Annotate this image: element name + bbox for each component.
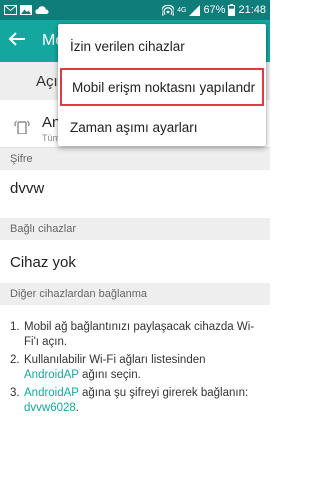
step-text: AndroidAP ağına şu şifreyi girerek bağla…: [24, 386, 248, 416]
other-devices-header: Diğer cihazlardan bağlanma: [0, 283, 270, 305]
step-text-part: ağına şu şifreyi girerek bağlanın:: [78, 387, 249, 399]
clock: 21:48: [238, 4, 266, 16]
connected-devices-header: Bağlı cihazlar: [0, 218, 270, 240]
status-bar: 4G 67% 21:48: [0, 0, 270, 20]
step-number: 1.: [10, 321, 20, 333]
password-section-header: Şifre: [0, 148, 270, 170]
step-text: Kullanılabilir Wi-Fi ağları listesinden …: [24, 353, 206, 383]
overflow-menu: İzin verilen cihazlar Mobil erişm noktas…: [58, 24, 266, 146]
phone-hotspot-icon: [14, 120, 30, 134]
arrow-left-icon[interactable]: [8, 30, 32, 53]
image-icon: [20, 5, 32, 15]
notification-icons: [4, 5, 49, 15]
signal-icon: [189, 4, 201, 16]
email-icon: [4, 5, 17, 15]
step-text-part: .: [75, 402, 79, 414]
battery-icon: [228, 4, 236, 16]
step-number: 2.: [10, 354, 20, 366]
wifi-hotspot-icon: [162, 4, 175, 16]
step-text: Mobil ağ bağlantınızı paylaşacak cihazda…: [24, 321, 255, 348]
battery-percent: 67%: [203, 4, 226, 16]
step-text-part: Kullanılabilir Wi-Fi ağları listesinden: [24, 354, 206, 366]
instruction-step-3: 3. AndroidAP ağına şu şifreyi girerek ba…: [10, 386, 260, 416]
instruction-step-1: 1. Mobil ağ bağlantınızı paylaşacak ciha…: [10, 320, 260, 350]
network-type: 4G: [177, 6, 187, 14]
network-name-link: AndroidAP: [24, 369, 79, 381]
password-link: dvvw6028: [24, 402, 76, 414]
menu-item-timeout-settings[interactable]: Zaman aşımı ayarları: [58, 108, 266, 146]
menu-item-configure-hotspot[interactable]: Mobil erişm noktasnı yapılandr: [60, 68, 264, 106]
menu-item-allowed-devices[interactable]: İzin verilen cihazlar: [58, 27, 266, 65]
step-text-part: ağını seçin.: [78, 369, 141, 381]
connected-devices-value: Cihaz yok: [0, 244, 270, 280]
step-number: 3.: [10, 387, 20, 399]
connection-instructions: 1. Mobil ağ bağlantınızı paylaşacak ciha…: [0, 306, 270, 419]
system-status: 4G 67% 21:48: [162, 4, 266, 16]
cloud-icon: [35, 6, 49, 14]
instruction-step-2: 2. Kullanılabilir Wi-Fi ağları listesind…: [10, 353, 260, 383]
password-value[interactable]: dvvw: [0, 170, 270, 206]
network-name-link: AndroidAP: [24, 387, 79, 399]
